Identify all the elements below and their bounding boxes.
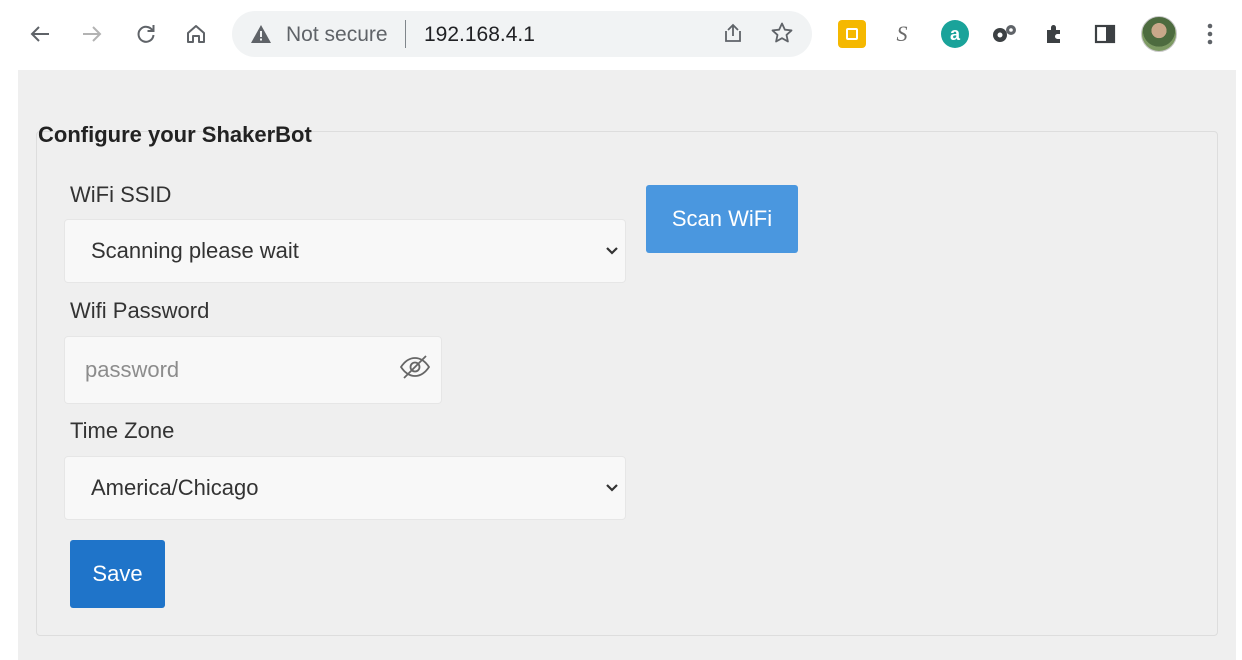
extension-a-icon[interactable]: a <box>941 20 969 48</box>
chevron-down-icon <box>606 247 618 255</box>
timezone-select-value: America/Chicago <box>91 475 259 500</box>
page-viewport: Configure your ShakerBot WiFi SSID Scann… <box>12 70 1242 660</box>
extension-keep-icon[interactable] <box>838 20 866 48</box>
extension-s-icon[interactable]: S <box>888 20 916 48</box>
reload-icon <box>137 25 155 43</box>
address-bar[interactable]: Not secure 192.168.4.1 <box>232 11 812 57</box>
more-vertical-icon <box>1207 23 1213 45</box>
profile-avatar[interactable] <box>1141 16 1177 52</box>
reload-button[interactable] <box>126 14 166 54</box>
timezone-select[interactable]: America/Chicago <box>64 456 626 520</box>
arrow-left-icon <box>30 26 49 42</box>
warning-icon[interactable] <box>250 24 272 49</box>
password-field[interactable] <box>64 336 442 404</box>
ssid-select[interactable]: Scanning please wait <box>64 219 626 283</box>
timezone-label: Time Zone <box>70 418 175 443</box>
scan-wifi-button[interactable]: Scan WiFi <box>646 185 798 253</box>
page-body: Configure your ShakerBot WiFi SSID Scann… <box>18 70 1236 660</box>
save-button[interactable]: Save <box>70 540 165 608</box>
eye-slash-icon[interactable] <box>399 353 431 386</box>
bookmark-star-icon[interactable] <box>770 21 794 50</box>
arrow-right-icon <box>83 26 102 42</box>
security-status-text[interactable]: Not secure <box>286 23 388 47</box>
password-input[interactable] <box>65 337 385 403</box>
browser-menu-button[interactable] <box>1198 14 1222 54</box>
home-icon <box>187 25 205 43</box>
password-label: Wifi Password <box>70 298 210 323</box>
browser-toolbar: Not secure 192.168.4.1 S a <box>0 0 1242 70</box>
share-icon[interactable] <box>722 22 744 49</box>
ssid-select-value: Scanning please wait <box>91 238 299 263</box>
extension-gears-icon[interactable] <box>991 20 1019 48</box>
omnibox-divider <box>405 20 406 48</box>
ssid-label: WiFi SSID <box>70 182 172 207</box>
back-button[interactable] <box>20 14 60 54</box>
url-text[interactable]: 192.168.4.1 <box>424 23 535 47</box>
side-panel-icon[interactable] <box>1091 20 1119 48</box>
forward-button[interactable] <box>72 14 112 54</box>
home-button[interactable] <box>176 14 216 54</box>
extensions-puzzle-icon[interactable] <box>1041 20 1069 48</box>
page-title: Configure your ShakerBot <box>38 122 312 147</box>
chevron-down-icon <box>606 484 618 492</box>
